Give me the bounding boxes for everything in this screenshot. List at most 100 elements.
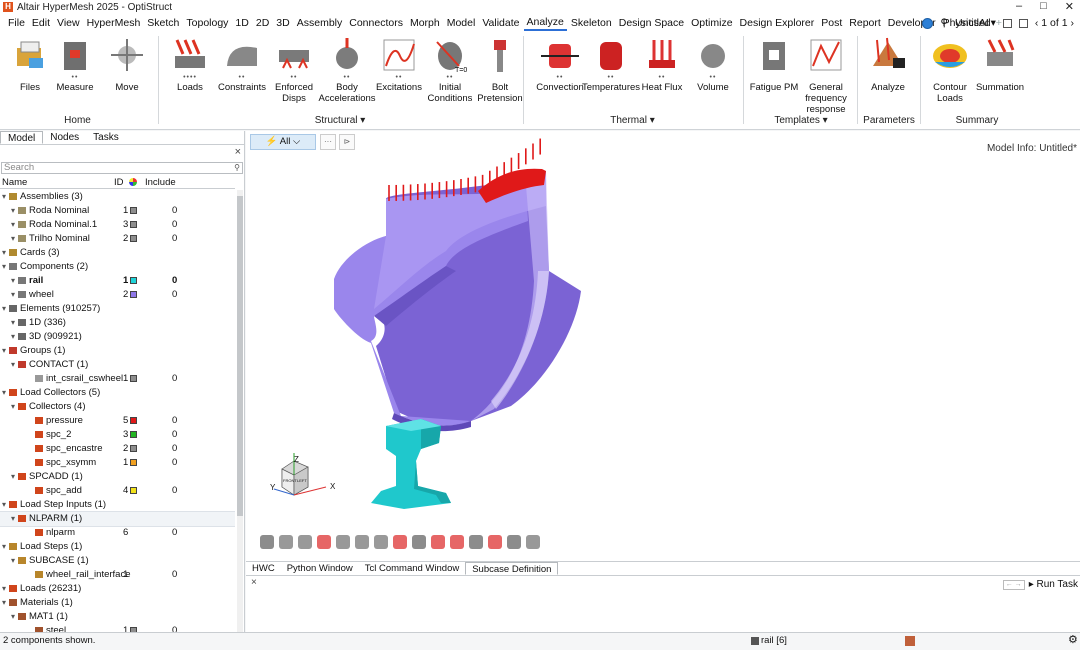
menu-optimize[interactable]: Optimize (688, 17, 735, 29)
tree-row[interactable]: ▾ MAT1 (1) (0, 610, 235, 624)
tree-row[interactable]: ▾ Components (2) (0, 260, 235, 274)
expand-toggle-icon[interactable]: ▾ (2, 190, 8, 204)
menu-morph[interactable]: Morph (407, 17, 443, 29)
view-lock-icon[interactable] (526, 535, 540, 549)
expand-toggle-icon[interactable]: ▾ (11, 274, 17, 288)
menu-sketch[interactable]: Sketch (144, 17, 182, 29)
tree-row[interactable]: ▾ Load Steps (1) (0, 540, 235, 554)
view-mesh-icon[interactable] (374, 535, 388, 549)
page-indicator[interactable]: ‹ 1 of 1 › (1035, 17, 1074, 29)
tree-row[interactable]: ▾ NLPARM (1) (0, 511, 235, 527)
view-camera-icon[interactable] (507, 535, 521, 549)
menu-assembly[interactable]: Assembly (294, 17, 346, 29)
color-swatch[interactable] (130, 431, 137, 438)
scrollbar-thumb[interactable] (237, 196, 243, 516)
wheel-model[interactable] (334, 171, 581, 432)
expand-toggle-icon[interactable]: ▾ (11, 554, 17, 568)
tree-row[interactable]: ▾ Load Step Inputs (1) (0, 498, 235, 512)
maximize-button[interactable]: □ (1040, 0, 1047, 13)
document-selector[interactable]: Untitled▾ (955, 17, 996, 29)
tool-move-button[interactable]: Move (97, 36, 157, 93)
expand-toggle-icon[interactable]: ▾ (11, 232, 17, 246)
expand-toggle-icon[interactable]: ▾ (2, 596, 8, 610)
tree-row[interactable]: ▾ Loads (26231) (0, 582, 235, 596)
tab-tcl-command-window[interactable]: Tcl Command Window (359, 562, 466, 575)
menu-edit[interactable]: Edit (29, 17, 53, 29)
tool-bolt-pretension-button[interactable]: Bolt Pretension (470, 36, 530, 104)
view-pan-icon[interactable] (336, 535, 350, 549)
close-button[interactable]: ✕ (1065, 0, 1074, 13)
expand-toggle-icon[interactable]: ▾ (2, 246, 8, 260)
view-hand-icon[interactable] (298, 535, 312, 549)
expand-toggle-icon[interactable]: ▾ (2, 386, 8, 400)
expand-toggle-icon[interactable]: ▾ (11, 358, 17, 372)
tree-row[interactable]: ▾ Collectors (4) (0, 400, 235, 414)
tool-summation-button[interactable]: Summation (970, 36, 1030, 93)
search-input[interactable]: Search ⚲ (1, 162, 243, 174)
menu-3d[interactable]: 3D (273, 17, 292, 29)
expand-toggle-icon[interactable]: ▾ (11, 204, 17, 218)
tree-row[interactable]: ▾ Elements (910257) (0, 302, 235, 316)
view-zoom-icon[interactable] (488, 535, 502, 549)
menu-design-explorer[interactable]: Design Explorer (737, 17, 818, 29)
tab-subcase-definition[interactable]: Subcase Definition (465, 562, 559, 575)
tool-enforced-disps-button[interactable]: •• Enforced Disps (264, 36, 324, 104)
tree-row[interactable]: spc_encastre 2 0 (0, 442, 235, 456)
menu-connectors[interactable]: Connectors (346, 17, 406, 29)
group-label-thermal[interactable]: Thermal ▾ (525, 115, 740, 126)
expand-toggle-icon[interactable]: ▾ (2, 302, 8, 316)
tree-row[interactable]: ▾ Roda Nominal.1 3 0 (0, 218, 235, 232)
tree-row[interactable]: ▾ Cards (3) (0, 246, 235, 260)
tool-loads-button[interactable]: •••• Loads (160, 36, 220, 93)
menu-model[interactable]: Model (444, 17, 479, 29)
expand-toggle-icon[interactable]: ▾ (11, 218, 17, 232)
tool-fatigue-pm-button[interactable]: Fatigue PM (744, 36, 804, 93)
close-icon[interactable]: × (235, 146, 241, 158)
view-eye-icon[interactable] (260, 535, 274, 549)
tab-python-window[interactable]: Python Window (281, 562, 359, 575)
expand-toggle-icon[interactable]: ▾ (11, 288, 17, 302)
tree-row[interactable]: ▾ Load Collectors (5) (0, 386, 235, 400)
window-icon[interactable] (1002, 18, 1012, 28)
color-swatch[interactable] (130, 445, 137, 452)
search-icon[interactable]: ⚲ (234, 163, 240, 173)
copy-icon[interactable] (1018, 18, 1028, 28)
column-header-include[interactable]: Include (145, 177, 176, 188)
tool-constraints-button[interactable]: •• Constraints (212, 36, 272, 93)
tool-body-accelerations-button[interactable]: •• Body Accelerations (317, 36, 377, 104)
color-swatch[interactable] (130, 375, 137, 382)
expand-toggle-icon[interactable]: ▾ (2, 344, 8, 358)
minimize-button[interactable]: – (1016, 0, 1022, 13)
view-constraint-icon[interactable] (450, 535, 464, 549)
view-rotate-icon[interactable] (355, 535, 369, 549)
globe-icon[interactable] (922, 17, 934, 29)
tree-row[interactable]: ▾ rail 1 0 (0, 274, 235, 288)
search-icon[interactable]: ⚲ (940, 17, 948, 29)
tree-row[interactable]: int_csrail_cswheel 1 0 (0, 372, 235, 386)
run-task-control[interactable]: ← → ▸ Run Task (1002, 579, 1078, 590)
color-swatch[interactable] (130, 277, 137, 284)
color-swatch[interactable] (130, 207, 137, 214)
tree-row[interactable]: ▾ SUBCASE (1) (0, 554, 235, 568)
menu-view[interactable]: View (54, 17, 83, 29)
color-swatch[interactable] (130, 235, 137, 242)
tree-row[interactable]: ▾ Materials (1) (0, 596, 235, 610)
view-clip-icon[interactable] (393, 535, 407, 549)
menu-hypermesh[interactable]: HyperMesh (84, 17, 144, 29)
optistruct-icon[interactable] (905, 636, 915, 646)
view-fit-icon[interactable] (317, 535, 331, 549)
tree-row[interactable]: steel 1 0 (0, 624, 235, 632)
close-icon[interactable]: × (251, 577, 257, 588)
menu-file[interactable]: File (5, 17, 28, 29)
view-axis-icon[interactable] (469, 535, 483, 549)
menu-analyze[interactable]: Analyze (523, 15, 567, 31)
group-label-templates[interactable]: Templates ▾ (745, 115, 857, 126)
expand-toggle-icon[interactable]: ▾ (11, 316, 17, 330)
expand-toggle-icon[interactable]: ▾ (11, 400, 17, 414)
column-header-name[interactable]: Name (2, 177, 27, 188)
tab-hwc[interactable]: HWC (246, 562, 281, 575)
settings-gear-icon[interactable]: ⚙ (1068, 633, 1078, 647)
tool-measure-button[interactable]: •• Measure (45, 36, 105, 93)
tree-row[interactable]: ▾ Roda Nominal 1 0 (0, 204, 235, 218)
menu-design-space[interactable]: Design Space (616, 17, 687, 29)
